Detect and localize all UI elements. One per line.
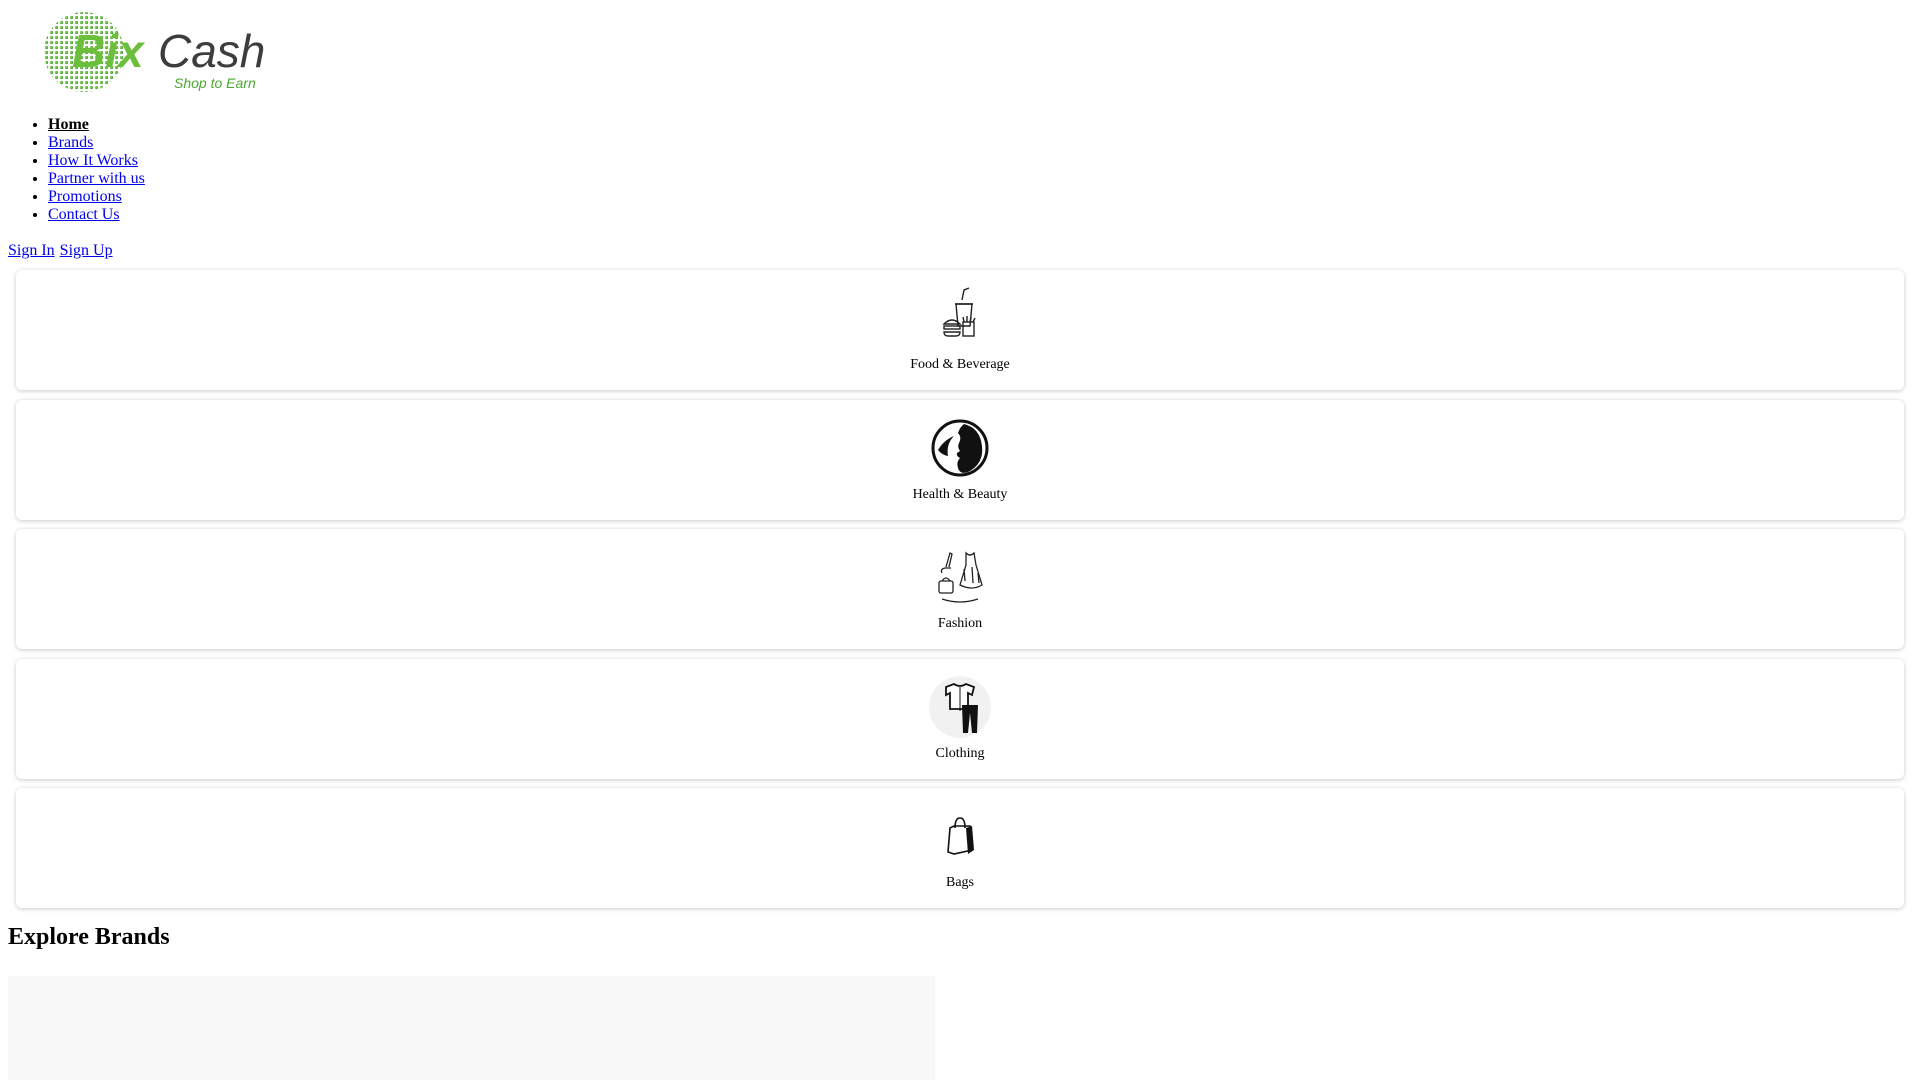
bixcash-logo[interactable]: Bix Cash Shop to Earn: [44, 10, 284, 96]
bags-icon: [947, 817, 974, 855]
nav-link-how-it-works[interactable]: How It Works: [48, 152, 138, 169]
category-card-bags[interactable]: Bags: [16, 788, 1904, 908]
category-card-clothing[interactable]: Clothing: [16, 658, 1904, 779]
nav-link-home[interactable]: Home: [48, 116, 89, 133]
logo-tagline: Shop to Earn: [174, 75, 256, 91]
category-card-health-beauty[interactable]: Health & Beauty: [16, 399, 1904, 520]
category-card-fashion[interactable]: Fashion: [16, 529, 1904, 649]
nav-link-partner[interactable]: Partner with us: [48, 170, 145, 187]
fashion-icon: [938, 551, 983, 603]
logo-cash: Cash: [158, 25, 265, 77]
nav-link-brands[interactable]: Brands: [48, 134, 93, 151]
nav-item-home: Home: [48, 116, 145, 134]
nav-item-brands: Brands: [48, 134, 145, 152]
explore-brands-heading: Explore Brands: [8, 924, 170, 950]
sign-in-link[interactable]: Sign In: [8, 242, 55, 259]
health-beauty-icon: [931, 419, 989, 476]
category-label: Food & Beverage: [910, 357, 1010, 372]
category-label: Bags: [946, 875, 974, 890]
page: Bix Cash Shop to Earn Home Brands How It…: [0, 0, 1920, 1080]
category-label: Clothing: [935, 745, 985, 761]
category-card-food-beverage[interactable]: Food & Beverage: [16, 270, 1904, 390]
category-list: Food & Beverage Health & Beauty Fashion …: [16, 270, 1904, 918]
nav-item-how-it-works: How It Works: [48, 152, 145, 170]
brand-carousel: [8, 976, 935, 1080]
nav-item-partner: Partner with us: [48, 170, 145, 188]
logo-graphic: Bix Cash Shop to Earn: [44, 12, 265, 92]
nav-item-promotions: Promotions: [48, 188, 145, 206]
category-label: Health & Beauty: [912, 486, 1008, 502]
main-nav: Home Brands How It Works Partner with us…: [8, 116, 145, 224]
nav-link-contact[interactable]: Contact Us: [48, 206, 120, 223]
sign-up-link[interactable]: Sign Up: [60, 242, 113, 259]
auth-links: Sign In Sign Up: [8, 242, 118, 260]
food-beverage-icon: [942, 287, 976, 337]
logo-bix: Bix: [72, 25, 146, 77]
nav-item-contact: Contact Us: [48, 206, 145, 224]
category-label: Fashion: [937, 616, 983, 631]
clothing-icon: [929, 675, 991, 738]
nav-link-promotions[interactable]: Promotions: [48, 188, 122, 205]
